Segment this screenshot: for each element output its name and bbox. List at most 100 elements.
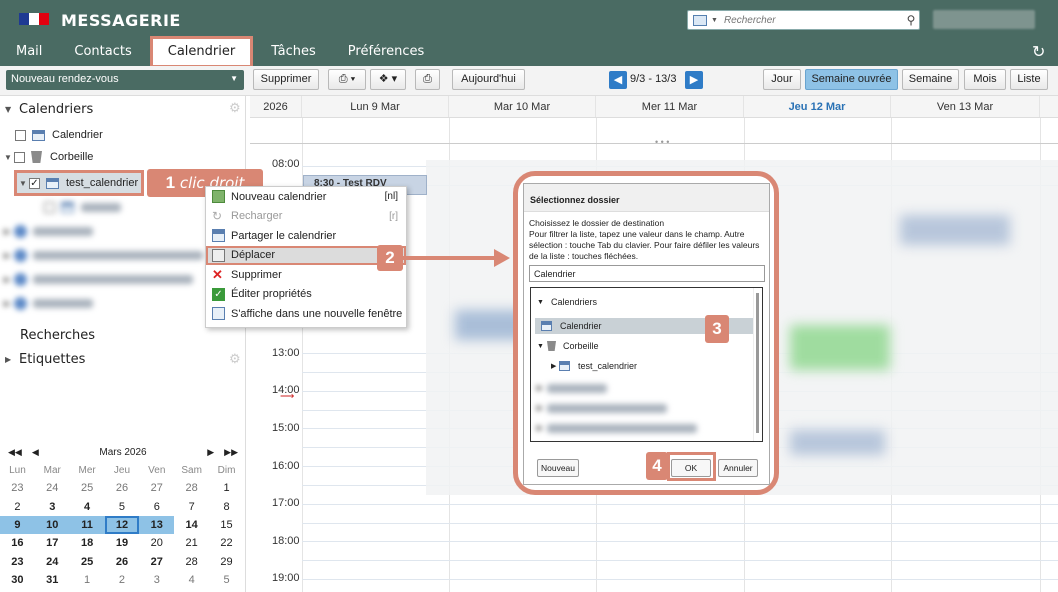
tab-contacts[interactable]: Contacts xyxy=(58,38,147,66)
next-month-icon[interactable]: ▶ xyxy=(207,447,214,458)
day-cell[interactable]: 31 xyxy=(35,571,70,589)
sidebar-item-shared[interactable]: ▶ xyxy=(4,270,193,288)
chevron-down-icon[interactable]: ▼ xyxy=(711,17,718,24)
day-cell[interactable]: 26 xyxy=(105,552,140,570)
day-cell[interactable]: 4 xyxy=(174,571,209,589)
menu-item-edit-properties[interactable]: ✓ Éditer propriétés xyxy=(206,285,406,305)
expand-down-icon[interactable]: ▼ xyxy=(19,179,29,188)
prev-year-icon[interactable]: ◀◀ xyxy=(8,447,22,458)
gear-icon[interactable]: ⚙ xyxy=(229,351,241,367)
folder-filter-input[interactable]: Calendrier xyxy=(529,265,765,282)
day-cell[interactable]: 9 xyxy=(0,515,35,535)
test-calendar-checkbox[interactable]: ✓ xyxy=(29,177,40,189)
tree-item-calendars[interactable]: ▼ Calendriers xyxy=(537,294,597,310)
day-cell[interactable]: 17 xyxy=(35,534,70,552)
sidebar-item-calendrier[interactable]: Calendrier xyxy=(15,126,103,144)
day-cell[interactable]: 30 xyxy=(0,571,35,589)
next-week-icon[interactable]: ▶ xyxy=(685,71,703,89)
tag-button[interactable]: ❖ ▾ xyxy=(370,69,406,90)
trash-checkbox[interactable] xyxy=(14,151,25,163)
day-cell[interactable]: 25 xyxy=(70,479,105,497)
menu-item-share[interactable]: Partager le calendrier xyxy=(206,226,406,246)
tab-preferences[interactable]: Préférences xyxy=(332,38,440,66)
day-cell[interactable]: 5 xyxy=(105,498,140,516)
refresh-icon[interactable]: ↻ xyxy=(1032,42,1045,62)
day-cell[interactable]: 28 xyxy=(174,552,209,570)
day-header[interactable]: Mer 11 Mar xyxy=(596,96,744,117)
prev-week-icon[interactable]: ◀ xyxy=(609,71,627,89)
searches-section[interactable]: Recherches xyxy=(20,326,95,344)
scrollbar-thumb[interactable] xyxy=(756,293,759,433)
day-cell[interactable]: 2 xyxy=(105,571,140,589)
menu-item-new-calendar[interactable]: Nouveau calendrier [nl] xyxy=(206,187,406,207)
tree-scrollbar[interactable] xyxy=(753,288,762,441)
sidebar-item-subcalendar[interactable] xyxy=(44,198,121,216)
day-cell[interactable]: 8 xyxy=(209,498,244,516)
day-cell-today[interactable]: 12 xyxy=(104,515,140,535)
sidebar-item-shared[interactable]: ▶ xyxy=(4,294,93,312)
day-cell[interactable]: 3 xyxy=(35,498,70,516)
calendar-checkbox[interactable] xyxy=(15,129,26,141)
day-cell[interactable]: 27 xyxy=(139,479,174,497)
day-cell[interactable]: 1 xyxy=(70,571,105,589)
day-cell[interactable]: 18 xyxy=(70,534,105,552)
view-day-button[interactable]: Jour xyxy=(763,69,801,90)
tree-item-shared[interactable]: ▶ xyxy=(537,400,667,416)
tab-taches[interactable]: Tâches xyxy=(255,38,332,66)
cancel-button[interactable]: Annuler xyxy=(718,459,758,477)
day-cell[interactable]: 16 xyxy=(0,534,35,552)
tree-item-corbeille[interactable]: ▼ Corbeille xyxy=(537,338,599,354)
expand-right-icon[interactable]: ▶ xyxy=(4,275,14,284)
menu-item-delete[interactable]: ✕ Supprimer xyxy=(206,265,406,285)
search-icon[interactable]: ⚲ xyxy=(903,13,919,27)
user-menu[interactable] xyxy=(933,10,1035,29)
view-month-button[interactable]: Mois xyxy=(964,69,1006,90)
day-cell[interactable]: 3 xyxy=(139,571,174,589)
today-button[interactable]: Aujourd'hui xyxy=(452,69,525,90)
print-options-button[interactable]: ⎙ ▾ xyxy=(328,69,366,90)
menu-item-open-window[interactable]: S'affiche dans une nouvelle fenêtre xyxy=(206,304,406,324)
sidebar-item-shared[interactable]: ▶ xyxy=(4,222,93,240)
day-header-today[interactable]: Jeu 12 Mar xyxy=(744,96,891,117)
day-cell[interactable]: 10 xyxy=(34,515,70,535)
sidebar-item-test-calendrier[interactable]: ▼ ✓ test_calendrier xyxy=(14,170,144,196)
day-cell[interactable]: 13 xyxy=(139,515,175,535)
tab-mail[interactable]: Mail xyxy=(0,38,58,66)
day-cell[interactable]: 15 xyxy=(209,516,244,534)
day-cell[interactable]: 1 xyxy=(209,479,244,497)
day-cell[interactable]: 23 xyxy=(0,552,35,570)
day-cell[interactable]: 2 xyxy=(0,498,35,516)
day-header[interactable]: Lun 9 Mar xyxy=(302,96,449,117)
view-week-button[interactable]: Semaine xyxy=(902,69,959,90)
day-cell[interactable]: 5 xyxy=(209,571,244,589)
day-cell[interactable]: 29 xyxy=(209,552,244,570)
expand-right-icon[interactable]: ▶ xyxy=(4,251,14,260)
expand-right-icon[interactable]: ▶ xyxy=(4,227,14,236)
view-workweek-button[interactable]: Semaine ouvrée xyxy=(805,69,898,90)
print-button[interactable]: ⎙ xyxy=(415,69,440,90)
search-input[interactable] xyxy=(723,14,903,26)
day-cell[interactable]: 20 xyxy=(139,534,174,552)
next-year-icon[interactable]: ▶▶ xyxy=(224,447,238,458)
day-header[interactable]: Mar 10 Mar xyxy=(449,96,596,117)
all-day-row[interactable] xyxy=(250,118,1058,144)
calendar-scope-icon[interactable] xyxy=(693,14,707,26)
menu-item-reload[interactable]: ↻ Recharger [r] xyxy=(206,207,406,227)
day-cell[interactable]: 24 xyxy=(35,552,70,570)
resize-handle[interactable]: • • • xyxy=(655,137,669,147)
view-list-button[interactable]: Liste xyxy=(1010,69,1048,90)
gear-icon[interactable]: ⚙ xyxy=(229,100,241,116)
day-cell[interactable]: 24 xyxy=(35,479,70,497)
day-cell[interactable]: 22 xyxy=(209,534,244,552)
day-cell[interactable]: 21 xyxy=(174,534,209,552)
tags-section[interactable]: ▶ Etiquettes xyxy=(5,350,85,368)
tree-item-shared[interactable]: ▶ xyxy=(537,420,697,436)
day-cell[interactable]: 26 xyxy=(105,479,140,497)
day-cell[interactable]: 14 xyxy=(174,516,209,534)
prev-month-icon[interactable]: ◀ xyxy=(32,447,39,458)
day-header[interactable]: Ven 13 Mar xyxy=(891,96,1040,117)
day-cell[interactable]: 23 xyxy=(0,479,35,497)
sidebar-item-shared[interactable]: ▶ xyxy=(4,246,203,264)
new-folder-button[interactable]: Nouveau xyxy=(537,459,579,477)
day-cell[interactable]: 11 xyxy=(69,515,105,535)
